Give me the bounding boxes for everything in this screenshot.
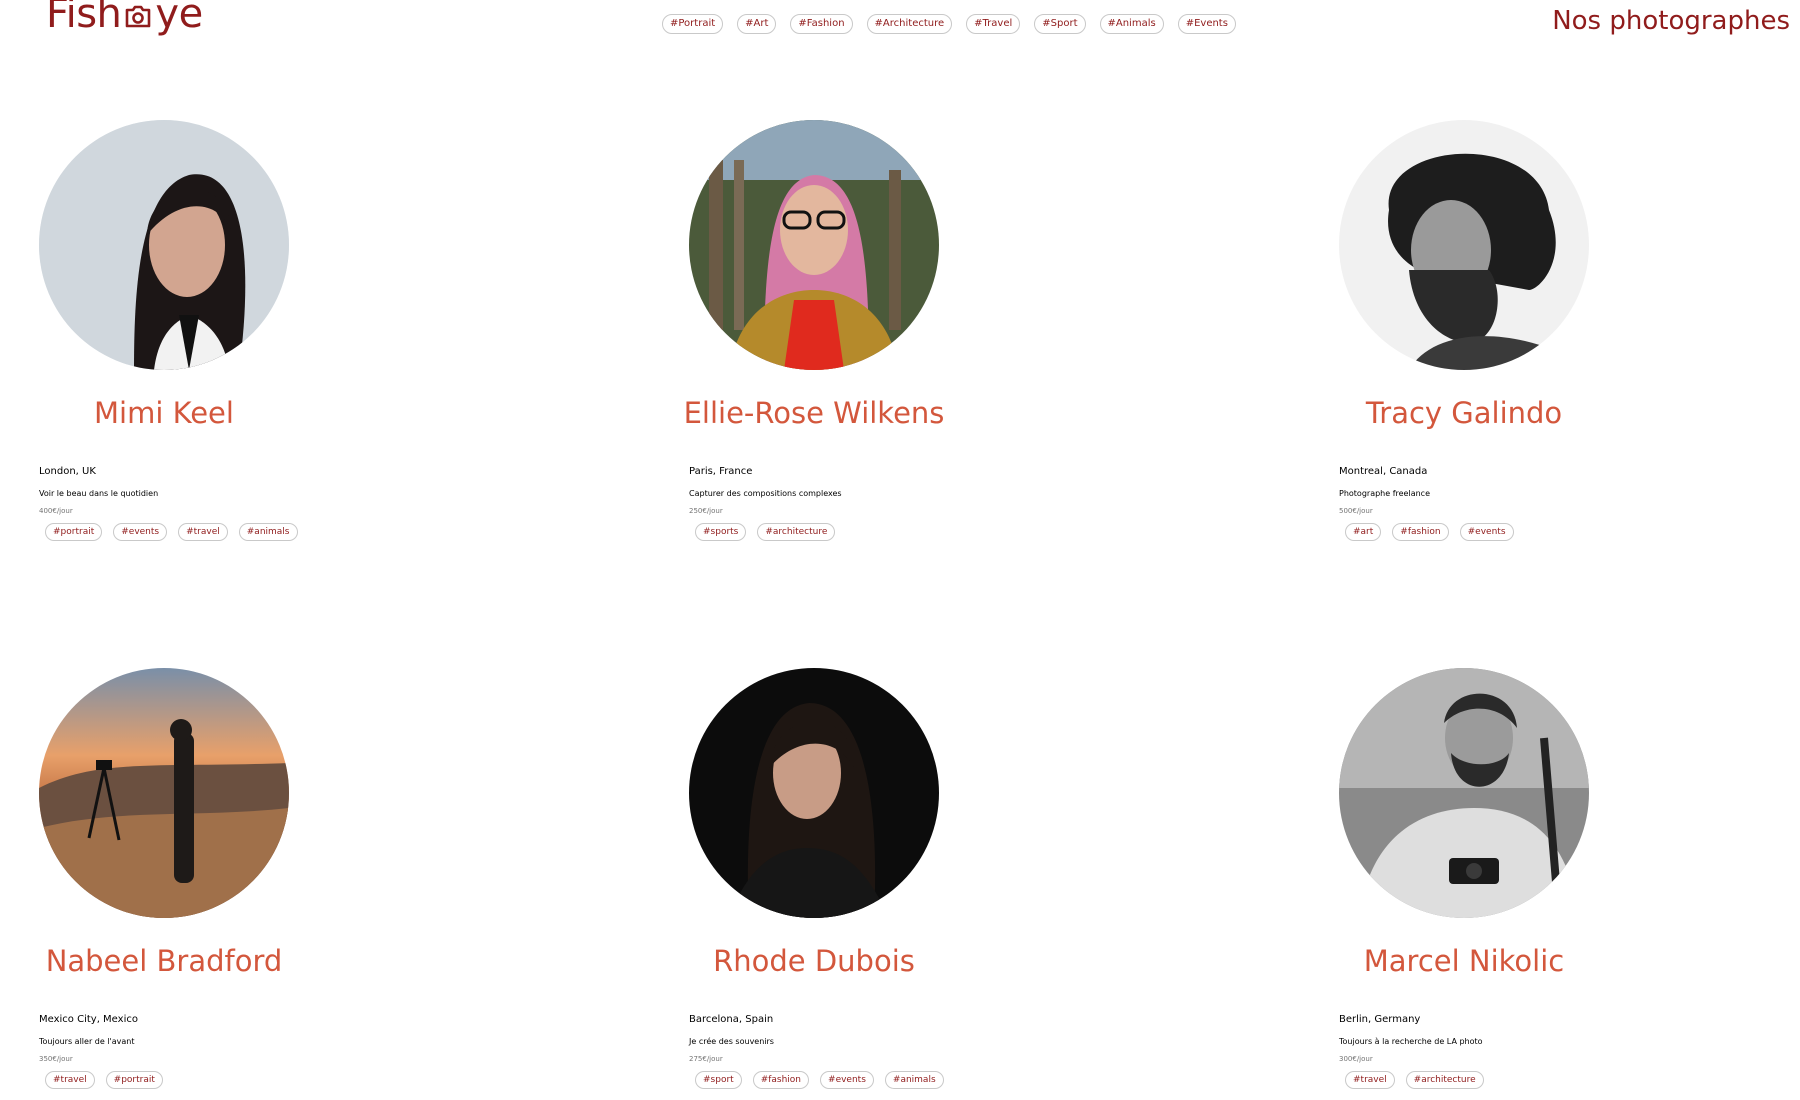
photographer-price: 300€/jour — [1339, 1055, 1373, 1063]
photographer-location: Berlin, Germany — [1339, 1014, 1421, 1025]
photographer-location: Paris, France — [689, 466, 753, 477]
photographer-tags: #sport #fashion #events #animals — [695, 1071, 944, 1089]
photographer-name[interactable]: Marcel Nikolic — [1300, 944, 1628, 978]
photographer-tagline: Toujours aller de l'avant — [39, 1037, 135, 1046]
photographer-tags: #travel #architecture — [1345, 1071, 1484, 1089]
photographer-tagline: Voir le beau dans le quotidien — [39, 489, 159, 498]
photographer-tags: #art #fashion #events — [1345, 523, 1514, 541]
photographer-grid: Mimi Keel London, UK Voir le beau dans l… — [0, 0, 1800, 1100]
photographer-location: Mexico City, Mexico — [39, 1014, 138, 1025]
card-tag[interactable]: #fashion — [752, 1071, 810, 1089]
card-tag[interactable]: #sports — [695, 523, 747, 541]
photographer-portrait[interactable] — [1339, 120, 1589, 370]
photographer-tagline: Capturer des compositions complexes — [689, 489, 842, 498]
photographer-tags: #portrait #events #travel #animals — [45, 523, 298, 541]
card-tag[interactable]: #events — [820, 1071, 874, 1089]
photographer-tagline: Je crée des souvenirs — [689, 1037, 774, 1046]
card-tag[interactable]: #animals — [884, 1071, 944, 1089]
card-tag[interactable]: #events — [1459, 523, 1514, 541]
photographer-tagline: Photographe freelance — [1339, 489, 1430, 498]
photographer-name[interactable]: Mimi Keel — [0, 396, 328, 430]
photographer-price: 350€/jour — [39, 1055, 73, 1063]
card-tag[interactable]: #architecture — [1405, 1071, 1484, 1089]
photographer-portrait[interactable] — [1339, 668, 1589, 918]
photographer-price: 500€/jour — [1339, 507, 1373, 515]
card-tag[interactable]: #travel — [178, 523, 228, 541]
photographer-tags: #travel #portrait — [45, 1071, 163, 1089]
photographer-portrait[interactable] — [689, 668, 939, 918]
photographer-tagline: Toujours à la recherche de LA photo — [1339, 1037, 1483, 1046]
photographer-location: Barcelona, Spain — [689, 1014, 774, 1025]
photographer-name[interactable]: Tracy Galindo — [1300, 396, 1628, 430]
photographer-name[interactable]: Nabeel Bradford — [0, 944, 328, 978]
photographer-location: London, UK — [39, 466, 96, 477]
card-tag[interactable]: #portrait — [45, 523, 103, 541]
photographer-portrait[interactable] — [39, 668, 289, 918]
card-tag[interactable]: #travel — [1345, 1071, 1395, 1089]
card-tag[interactable]: #animals — [238, 523, 298, 541]
photographer-location: Montreal, Canada — [1339, 466, 1428, 477]
photographer-name[interactable]: Ellie-Rose Wilkens — [650, 396, 978, 430]
photographer-tags: #sports #architecture — [695, 523, 836, 541]
card-tag[interactable]: #portrait — [105, 1071, 163, 1089]
photographer-price: 250€/jour — [689, 507, 723, 515]
card-tag[interactable]: #art — [1345, 523, 1382, 541]
card-tag[interactable]: #architecture — [757, 523, 836, 541]
photographer-name[interactable]: Rhode Dubois — [650, 944, 978, 978]
photographer-price: 400€/jour — [39, 507, 73, 515]
card-tag[interactable]: #events — [113, 523, 168, 541]
photographer-portrait[interactable] — [689, 120, 939, 370]
photographer-price: 275€/jour — [689, 1055, 723, 1063]
card-tag[interactable]: #sport — [695, 1071, 742, 1089]
card-tag[interactable]: #travel — [45, 1071, 95, 1089]
card-tag[interactable]: #fashion — [1392, 523, 1449, 541]
photographer-portrait[interactable] — [39, 120, 289, 370]
